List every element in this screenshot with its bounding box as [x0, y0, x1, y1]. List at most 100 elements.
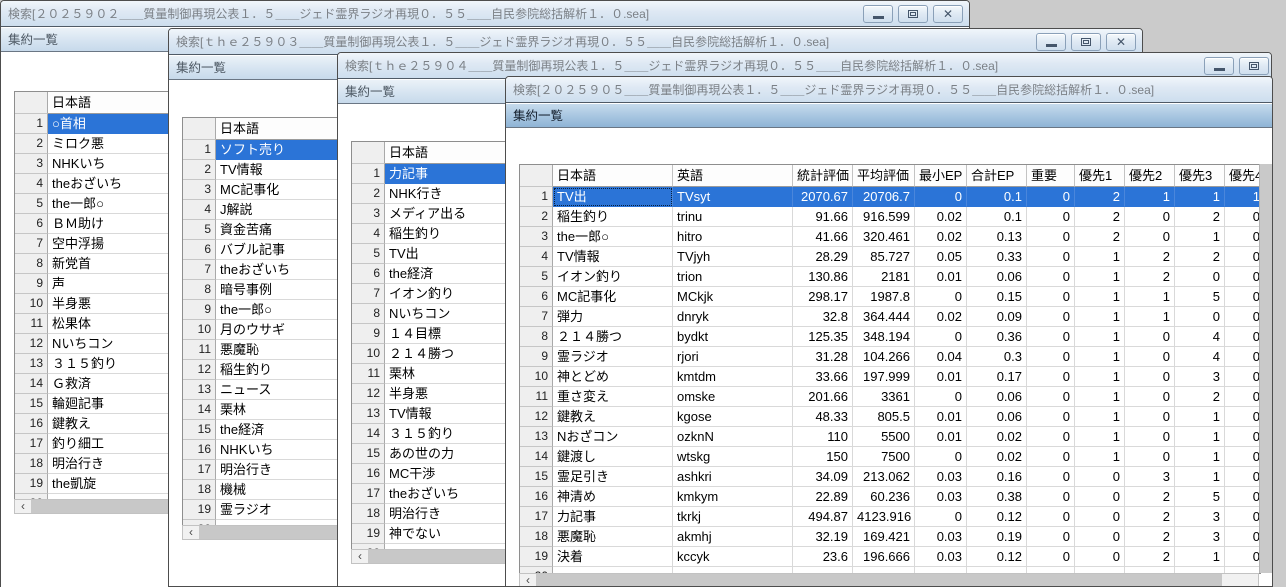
table-row[interactable]: 15霊足引きashkri34.09213.0620.030.1600310	[520, 467, 1260, 487]
table-cell[interactable]: 0	[1027, 467, 1075, 487]
table-cell[interactable]: 1	[1175, 447, 1225, 467]
column-header[interactable]: 最小EP	[915, 165, 967, 187]
table-cell[interactable]: 0	[1225, 467, 1261, 487]
table-cell[interactable]: 130.86	[793, 267, 853, 287]
table-cell[interactable]: 0.1	[967, 187, 1027, 207]
table-row[interactable]: 9霊ラジオrjori31.28104.2660.040.301040	[520, 347, 1260, 367]
table-cell[interactable]: 0.12	[967, 507, 1027, 527]
table-cell[interactable]: 0.03	[915, 547, 967, 567]
table-cell[interactable]: 0.01	[915, 367, 967, 387]
table-cell[interactable]: 0.16	[967, 467, 1027, 487]
table-cell[interactable]: hitro	[673, 227, 793, 247]
table-cell[interactable]: 48.33	[793, 407, 853, 427]
table-cell[interactable]: 2	[1175, 387, 1225, 407]
table-cell[interactable]: 0.03	[915, 467, 967, 487]
table-cell[interactable]: 85.727	[853, 247, 915, 267]
table-cell[interactable]: 201.66	[793, 387, 853, 407]
table-cell[interactable]: 0.06	[967, 407, 1027, 427]
table-cell[interactable]: 213.062	[853, 467, 915, 487]
table-cell[interactable]: 1	[1075, 287, 1125, 307]
table-cell[interactable]: ozknN	[673, 427, 793, 447]
table-cell[interactable]: 0	[1075, 467, 1125, 487]
row-number[interactable]: 10	[183, 320, 216, 340]
table-cell[interactable]: 1	[1175, 407, 1225, 427]
table-cell[interactable]: 0	[1027, 527, 1075, 547]
table-cell[interactable]: 0	[1225, 527, 1261, 547]
table-cell[interactable]: 916.599	[853, 207, 915, 227]
row-number[interactable]: 19	[15, 474, 48, 494]
row-number[interactable]: 6	[183, 240, 216, 260]
column-header[interactable]: 日本語	[553, 165, 673, 187]
table-cell[interactable]: 23.6	[793, 547, 853, 567]
table-cell[interactable]: 0	[1225, 447, 1261, 467]
table-row[interactable]: 7弾力dnryk32.8364.4440.020.0901100	[520, 307, 1260, 327]
table-cell[interactable]: 2	[1125, 267, 1175, 287]
table-cell[interactable]: 0	[1027, 447, 1075, 467]
row-number[interactable]: 11	[183, 340, 216, 360]
table-cell[interactable]: 力記事	[553, 507, 673, 527]
table-cell[interactable]: 0	[1225, 547, 1261, 567]
table-cell[interactable]: 104.266	[853, 347, 915, 367]
row-number[interactable]: 14	[15, 374, 48, 394]
table-cell[interactable]: 0	[1075, 487, 1125, 507]
row-number[interactable]: 18	[352, 504, 385, 524]
table-cell[interactable]: 0	[1027, 367, 1075, 387]
row-number[interactable]: 7	[352, 284, 385, 304]
row-number[interactable]: 10	[520, 367, 553, 387]
table-cell[interactable]: 494.87	[793, 507, 853, 527]
row-number[interactable]: 12	[352, 384, 385, 404]
table-row[interactable]: 3the一郎○hitro41.66320.4610.020.1302010	[520, 227, 1260, 247]
row-number[interactable]: 5	[183, 220, 216, 240]
table-cell[interactable]: 0.33	[967, 247, 1027, 267]
table-cell[interactable]: 0.01	[915, 407, 967, 427]
row-number[interactable]: 15	[183, 420, 216, 440]
table-row[interactable]: 1TV出TVsyt2070.6720706.700.102111	[520, 187, 1260, 207]
row-number[interactable]: 7	[520, 307, 553, 327]
row-number[interactable]: 12	[183, 360, 216, 380]
row-number[interactable]: 9	[15, 274, 48, 294]
table-cell[interactable]: 0.01	[915, 427, 967, 447]
row-number[interactable]: 2	[15, 134, 48, 154]
table-cell[interactable]: 41.66	[793, 227, 853, 247]
table-cell[interactable]: 0	[1225, 367, 1261, 387]
table-cell[interactable]: 0	[1225, 507, 1261, 527]
table-cell[interactable]: bydkt	[673, 327, 793, 347]
table-cell[interactable]: 348.194	[853, 327, 915, 347]
table-cell[interactable]: trinu	[673, 207, 793, 227]
row-number[interactable]: 6	[15, 214, 48, 234]
table-cell[interactable]: イオン釣り	[553, 267, 673, 287]
table-cell[interactable]: 重さ変え	[553, 387, 673, 407]
minimize-button[interactable]	[863, 5, 893, 23]
row-number[interactable]: 11	[15, 314, 48, 334]
table-cell[interactable]: 0	[1075, 547, 1125, 567]
table-cell[interactable]: 33.66	[793, 367, 853, 387]
table-cell[interactable]: TV出	[553, 187, 673, 207]
window-titlebar[interactable]: 検索[２０２５９０２＿＿質量制御再現公表１．５＿＿ジェド霊界ラジオ再現０．５５＿…	[1, 1, 969, 27]
table-cell[interactable]: 1	[1175, 467, 1225, 487]
table-row[interactable]: 18悪魔恥akmhj32.19169.4210.030.1900230	[520, 527, 1260, 547]
row-number[interactable]: 6	[520, 287, 553, 307]
row-number[interactable]: 13	[183, 380, 216, 400]
table-cell[interactable]: 2070.67	[793, 187, 853, 207]
table-cell[interactable]: tkrkj	[673, 507, 793, 527]
row-number[interactable]: 12	[520, 407, 553, 427]
maximize-button[interactable]	[1071, 33, 1101, 51]
table-cell[interactable]: 0	[1027, 547, 1075, 567]
table-cell[interactable]: 1	[1075, 427, 1125, 447]
table-row[interactable]: 2稲生釣りtrinu91.66916.5990.020.102020	[520, 207, 1260, 227]
table-cell[interactable]: 150	[793, 447, 853, 467]
table-cell[interactable]: 364.444	[853, 307, 915, 327]
row-number[interactable]: 17	[183, 460, 216, 480]
row-number[interactable]: 9	[352, 324, 385, 344]
table-cell[interactable]: 0	[1125, 347, 1175, 367]
table-cell[interactable]: TVjyh	[673, 247, 793, 267]
table-cell[interactable]: 0	[1027, 487, 1075, 507]
table-cell[interactable]: 0	[1225, 407, 1261, 427]
row-number[interactable]: 1	[352, 164, 385, 184]
minimize-button[interactable]	[1036, 33, 1066, 51]
row-number[interactable]: 13	[352, 404, 385, 424]
table-cell[interactable]: 1	[1075, 447, 1125, 467]
table-cell[interactable]: 805.5	[853, 407, 915, 427]
row-number[interactable]: 17	[15, 434, 48, 454]
table-cell[interactable]: 28.29	[793, 247, 853, 267]
